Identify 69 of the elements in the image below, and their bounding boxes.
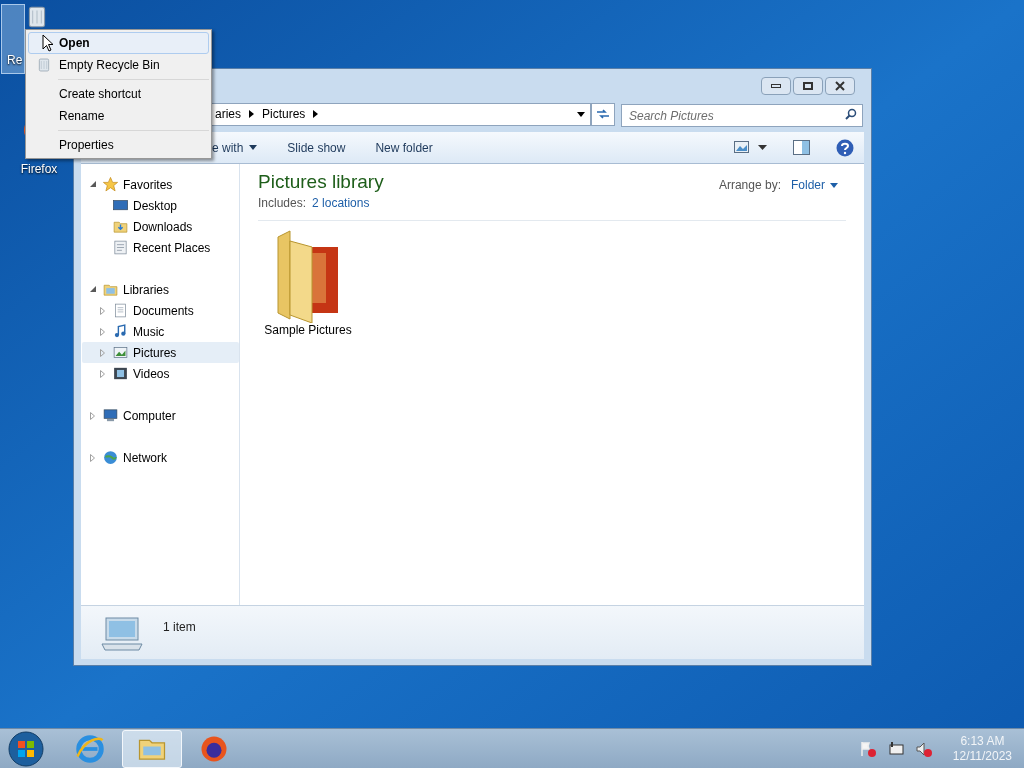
- computer-icon: [102, 407, 119, 424]
- caret-icon[interactable]: [758, 144, 767, 151]
- locations-link[interactable]: 2 locations: [312, 194, 370, 212]
- collapsed-arrow-icon[interactable]: [90, 453, 95, 462]
- expanded-arrow-icon[interactable]: [90, 181, 97, 188]
- network-icon[interactable]: [886, 740, 905, 757]
- picture-icon: [112, 344, 129, 361]
- minimize-button[interactable]: [761, 77, 791, 95]
- toolbar-button[interactable]: Slide show: [287, 138, 346, 157]
- expanded-arrow-icon[interactable]: [90, 286, 97, 293]
- nav-item[interactable]: Pictures: [82, 342, 239, 363]
- breadcrumb-item[interactable]: aries: [215, 105, 241, 123]
- browser-e-icon: [75, 733, 105, 764]
- menu-item[interactable]: Empty Recycle Bin: [28, 54, 209, 76]
- minimize-icon: [771, 84, 781, 88]
- start-button[interactable]: [6, 728, 46, 768]
- arrange-dropdown[interactable]: Folder: [791, 176, 838, 194]
- collapsed-arrow-icon[interactable]: [100, 306, 105, 315]
- nav-item[interactable]: Recent Places: [82, 237, 239, 258]
- menu-item[interactable]: Create shortcut: [28, 83, 209, 105]
- caret-icon[interactable]: [577, 111, 585, 117]
- nav-item[interactable]: Videos: [82, 363, 239, 384]
- toolbar-button[interactable]: New folder: [375, 138, 433, 157]
- caret-icon: [830, 182, 838, 188]
- action-center-flag-icon[interactable]: [858, 740, 877, 757]
- nav-item[interactable]: Network: [82, 447, 239, 468]
- collapsed-arrow-icon[interactable]: [100, 327, 105, 336]
- close-icon: [834, 81, 846, 91]
- recycle-bin-icon: [36, 57, 52, 73]
- nav-item[interactable]: Computer: [82, 405, 239, 426]
- star-icon: [102, 176, 119, 193]
- preview-pane-icon[interactable]: [793, 140, 810, 155]
- includes-label: Includes:: [258, 195, 307, 212]
- nav-item[interactable]: Desktop: [82, 195, 239, 216]
- nav-item[interactable]: Downloads: [82, 216, 239, 237]
- laptop-icon: [99, 614, 145, 652]
- film-icon: [112, 365, 129, 382]
- chevron-icon[interactable]: [249, 110, 254, 118]
- toolbar-button[interactable]: e with: [212, 138, 258, 157]
- chevron-icon[interactable]: [313, 110, 319, 118]
- globe-icon: [102, 449, 119, 466]
- nav-item[interactable]: Libraries: [82, 279, 239, 300]
- nav-item[interactable]: Documents: [82, 300, 239, 321]
- recent-places-icon: [112, 239, 129, 256]
- collapsed-arrow-icon[interactable]: [90, 411, 95, 420]
- view-icon[interactable]: [734, 141, 750, 154]
- arrange-by-label: Arrange by:: [718, 177, 781, 194]
- nav-item[interactable]: Favorites: [82, 174, 239, 195]
- mouse-pointer-icon: [42, 34, 54, 53]
- nav-item[interactable]: Music: [82, 321, 239, 342]
- folder-item[interactable]: Sample Pictures: [258, 227, 358, 339]
- breadcrumb-item[interactable]: Pictures: [262, 105, 306, 123]
- menu-item[interactable]: Properties: [28, 134, 209, 156]
- maximize-button[interactable]: [793, 77, 823, 95]
- search-field[interactable]: Search Pictures: [621, 104, 863, 127]
- close-button[interactable]: [825, 77, 855, 95]
- library-title: Pictures library: [258, 170, 384, 194]
- collapsed-arrow-icon[interactable]: [100, 369, 105, 378]
- refresh-button[interactable]: [591, 102, 615, 126]
- search-icon[interactable]: [845, 107, 857, 120]
- start-orb-icon: [8, 730, 44, 767]
- item-count: 1 item: [163, 619, 196, 636]
- refresh-icon: [596, 108, 610, 120]
- desktop-shortcut[interactable]: Re: [1, 4, 25, 74]
- document-icon: [112, 302, 129, 319]
- help-icon[interactable]: [836, 138, 854, 157]
- menu-item[interactable]: Open: [28, 32, 209, 54]
- speaker-muted-icon[interactable]: [914, 740, 933, 757]
- maximize-icon: [803, 82, 813, 90]
